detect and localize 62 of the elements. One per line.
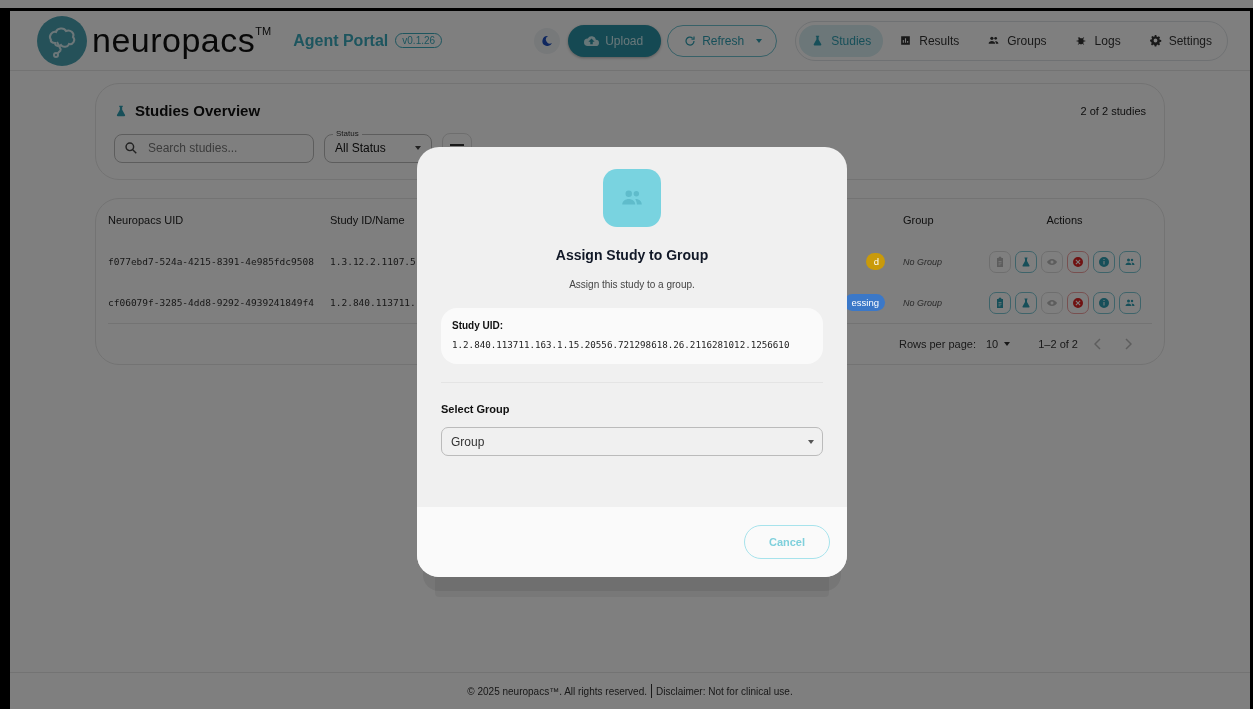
nav-tab[interactable]: Groups [975,24,1059,57]
bug-icon [1074,34,1088,47]
table-cell-text: 1.2.840.113711. [330,297,417,308]
column-header: Neuropacs UID [108,214,185,226]
nav-tab[interactable]: Settings [1136,24,1224,57]
search-icon [124,141,138,155]
cancel-icon [1071,296,1084,309]
assign-group-button[interactable] [1118,250,1141,273]
chevron-right-icon [1124,338,1132,350]
study-uid-value: 1.2.840.113711.163.1.15.20556.721298618.26.2116281012.1256610 [452,339,791,350]
cancel-icon [1071,255,1084,268]
app-title: Agent Portal [293,31,389,50]
trademark-mark: TM [255,25,272,37]
status-badge: d [865,253,885,270]
theme-toggle-button[interactable] [534,27,561,54]
brand-name: neuropacs [92,21,256,60]
report-button[interactable] [988,291,1011,314]
chevron-left-icon [1094,338,1102,350]
section-title: Studies Overview [135,102,261,119]
brain-logo [37,15,87,66]
analysis-button[interactable] [1014,250,1037,273]
column-header: Study ID/Name [330,214,406,226]
flask-icon [1019,296,1032,309]
cancel-study-button[interactable] [1066,250,1089,273]
page-range: 1–2 of 2 [1038,338,1078,350]
dialog-title: Assign Study to Group [555,247,709,263]
table-cell-text: cf06079f-3285-4dd8-9292-4939241849f4 [108,297,315,308]
nav-tab[interactable]: Results [887,24,972,57]
flask-icon [1019,255,1032,268]
chart-icon [899,34,913,47]
info-button[interactable] [1092,291,1115,314]
rows-per-page-label: Rows per page: [898,338,976,350]
info-icon [1097,255,1110,268]
group-select[interactable]: Group [441,427,823,456]
nav-tab[interactable]: Logs [1062,24,1133,57]
cancel-study-button[interactable] [1066,291,1089,314]
table-cell-text: 1.3.12.2.1107.5 [330,256,417,267]
caret-icon [756,38,763,43]
settings-icon [1148,34,1162,47]
table-cell-text: No Group [902,297,944,308]
info-icon [1097,296,1110,309]
search-field[interactable]: Search studies... [114,133,314,163]
refresh-icon [684,34,697,47]
assign-group-button[interactable] [1118,291,1141,314]
dialog-subtitle: Assign this study to a group. [569,279,695,290]
select-group-label: Select Group [441,403,511,415]
disclaimer-text: Disclaimer: Not for clinical use. [656,685,793,697]
caret-icon [808,439,814,444]
people-icon [987,34,1001,47]
flask-icon [114,103,128,118]
info-button[interactable] [1092,250,1115,273]
analysis-button[interactable] [1014,291,1037,314]
cloud-upload-icon [584,34,600,47]
copyright-text: © 2025 neuropacs™. All rights reserved. [467,685,647,697]
table-cell-text: f077ebd7-524a-4215-8391-4e985fdc9508 [108,256,315,267]
study-count: 2 of 2 studies [1080,104,1146,117]
column-header: Group [902,214,935,226]
study-uid-label: Study UID: [452,320,505,331]
rows-per-page-select[interactable]: 10 [986,338,1011,350]
column-header: Actions [1045,214,1084,226]
moon-icon [541,34,554,47]
table-cell-text: No Group [902,256,944,267]
